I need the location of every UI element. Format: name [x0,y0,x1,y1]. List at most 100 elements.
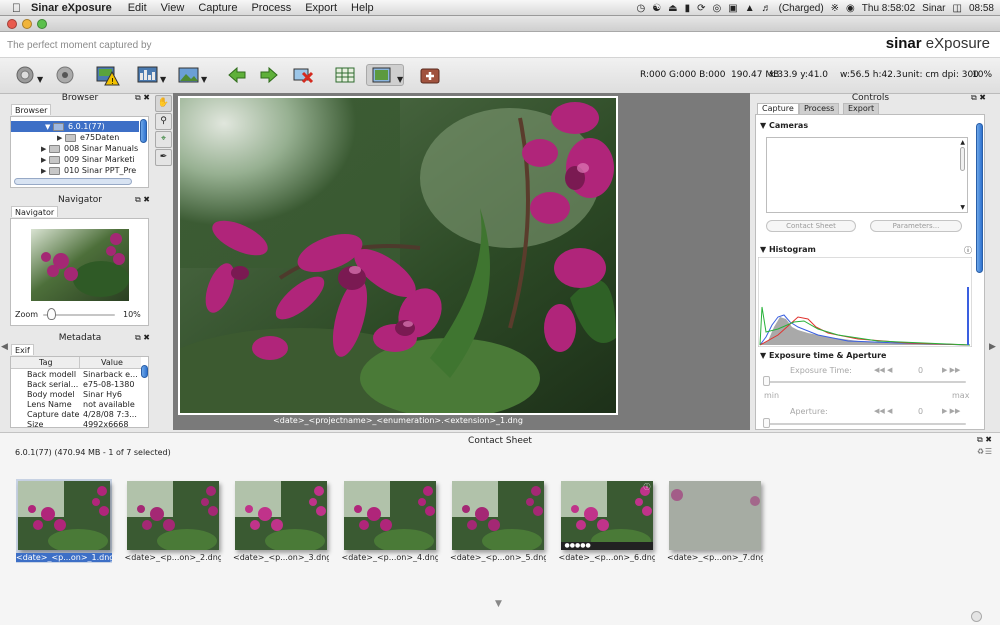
thumbnail-2[interactable]: <date>_<p...on>_2.dng [125,479,221,563]
collapsed-arrow-icon[interactable]: ▶ [57,134,65,142]
browser-vertical-scrollbar[interactable] [140,119,147,143]
exposure-collapse-icon[interactable]: ▼ [760,351,766,360]
thumbnail-image[interactable] [235,481,327,550]
eyedropper-tool-button[interactable]: ✒ [155,149,172,166]
resize-grip-icon[interactable] [971,611,982,622]
wifi-signal-icon[interactable]: ◉ [846,3,855,14]
histogram-collapse-icon[interactable]: ▼ [760,245,766,254]
metadata-panel-controls-icon[interactable]: ⧉ ✖ [135,333,150,343]
tab-capture[interactable]: Capture [757,103,799,114]
thumbnail-3[interactable]: <date>_<p...on>_3.dng [233,479,329,563]
tree-item-6-0-1[interactable]: ▼ 6.0.1(77) [11,121,139,132]
table-row[interactable]: Capture date 4/28/08 7:3... [11,410,141,420]
navigator-preview[interactable] [31,229,129,301]
thumbnail-image[interactable] [18,481,110,550]
image-viewer[interactable]: <date>_<projectname>_<enumeration>.<exte… [173,93,750,430]
image-view-button[interactable] [178,64,200,86]
controls-scrollbar[interactable] [976,123,983,273]
charged-status[interactable]: (Charged) [779,3,824,14]
exposure-warning-button[interactable]: ! [96,64,120,86]
crop-tool-button[interactable]: ⌖ [155,131,172,148]
delete-button[interactable] [292,64,314,86]
thumbnail-image[interactable]: ●●●●● ⓘ [560,481,653,550]
preview-mode-button[interactable]: ▼ [366,64,404,86]
contact-sheet-trash-icon[interactable]: ♻ [977,447,984,456]
thumbnail-6[interactable]: ●●●●● ⓘ <date>_<p...on>_6.dng [559,479,655,563]
wifi-icon[interactable]: ▲ [745,3,755,14]
rating-dots-icon[interactable]: ●●●●● [560,542,653,550]
tab-export[interactable]: Export [843,103,880,114]
app-menu[interactable]: Sinar eXposure [31,2,112,14]
table-row[interactable]: Back serial... e75-08-1380 [11,380,141,390]
cameras-section-header[interactable]: ▼ Cameras [760,121,808,130]
clock[interactable]: Thu 8:58:02 [862,3,915,14]
thumbnail-image[interactable] [343,481,436,550]
import-button[interactable] [226,64,248,86]
browser-horizontal-scrollbar[interactable] [14,178,132,185]
preview-dropdown-icon[interactable]: ▼ [397,75,403,84]
histogram-section-header[interactable]: ▼ Histogram [760,245,816,254]
sync-icon[interactable]: ☯ [652,3,661,14]
tree-item-008[interactable]: ▶ 008 Sinar Manuals [11,143,138,154]
camera-scroll-up-icon[interactable]: ▲ [960,139,965,146]
col-tag[interactable]: Tag [39,358,53,367]
bluetooth-status-icon[interactable]: ◎ [713,3,722,14]
apple-menu-icon[interactable]:  [12,1,21,15]
battery-icon[interactable]: ◫ [953,3,962,14]
histogram-overlay-button[interactable] [137,64,159,86]
minimize-window-button[interactable] [22,19,32,29]
main-image[interactable] [178,96,618,415]
info-icon[interactable]: ⓘ [644,482,651,492]
bluetooth-icon[interactable]: ※ [831,3,839,14]
thumbnail-1[interactable]: <date>_<p...on>_1.dng [16,479,112,563]
tree-item-009[interactable]: ▶ 009 Sinar Marketi [11,154,135,165]
menu-export[interactable]: Export [305,2,337,14]
zoom-slider-thumb[interactable] [46,308,56,320]
contact-sheet-menu-icon[interactable]: ☰ [985,447,992,456]
exposure-section-header[interactable]: ▼ Exposure time & Aperture [760,351,886,360]
menu-edit[interactable]: Edit [128,2,147,14]
contact-sheet-controls-icon[interactable]: ⧉ ✖ [977,435,992,445]
expanded-arrow-icon[interactable]: ▼ [45,123,53,131]
thumbnail-4[interactable]: <date>_<p...on>_4.dng [342,479,438,563]
aperture-step-down-icons[interactable]: ◀◀ ◀ [874,407,892,415]
zoom-tool-button[interactable]: ⚲ [155,113,172,130]
view-tool-button[interactable]: ✋ [155,95,172,112]
camera-scroll-down-icon[interactable]: ▼ [960,204,965,211]
cameras-collapse-icon[interactable]: ▼ [760,121,766,130]
battery-meter-icon[interactable]: ▮ [685,3,691,14]
close-window-button[interactable] [7,19,17,29]
table-row[interactable]: Body model Sinar Hy6 [11,390,141,400]
menu-help[interactable]: Help [351,2,374,14]
tree-item-010[interactable]: ▶ 010 Sinar PPT_Pre [11,165,136,176]
tab-exif[interactable]: Exif [11,344,34,355]
contact-sheet-button[interactable]: Contact Sheet [766,220,856,232]
camera-list-scrollbar[interactable] [960,147,965,171]
aperture-step-up-icons[interactable]: ▶ ▶▶ [942,407,960,415]
refresh-icon[interactable]: ⟳ [697,3,705,14]
menu-process[interactable]: Process [251,2,291,14]
col-value[interactable]: Value [101,358,123,367]
live-view-button[interactable] [54,64,76,86]
user-menu[interactable]: Sinar [922,3,945,14]
time-machine-icon[interactable]: ◷ [636,3,645,14]
tree-item-e75daten[interactable]: ▶ e75Daten [11,132,119,143]
exposure-step-down-icons[interactable]: ◀◀ ◀ [874,366,892,374]
menu-capture[interactable]: Capture [198,2,237,14]
parameters-button[interactable]: Parameters... [870,220,962,232]
exposure-slider-thumb[interactable] [763,376,770,386]
browser-panel-controls-icon[interactable]: ⧉ ✖ [135,93,150,103]
camera-list[interactable]: ▲ ▼ [766,137,968,213]
metadata-scrollbar[interactable] [141,365,148,378]
collapsed-arrow-icon[interactable]: ▶ [41,145,49,153]
tab-process[interactable]: Process [799,103,840,114]
collapsed-arrow-icon[interactable]: ▶ [41,156,49,164]
display-icon[interactable]: ▣ [728,3,737,14]
aperture-slider-thumb[interactable] [763,418,770,428]
thumbnail-7[interactable]: <date>_<p...on>_7.dng [667,479,763,563]
histogram-info-icon[interactable]: ⓘ [964,245,972,256]
thumbnail-image[interactable] [126,481,219,550]
exposure-slider-track[interactable] [766,381,966,383]
collapsed-arrow-icon[interactable]: ▶ [41,167,49,175]
controls-panel-controls-icon[interactable]: ⧉ ✖ [971,93,986,103]
